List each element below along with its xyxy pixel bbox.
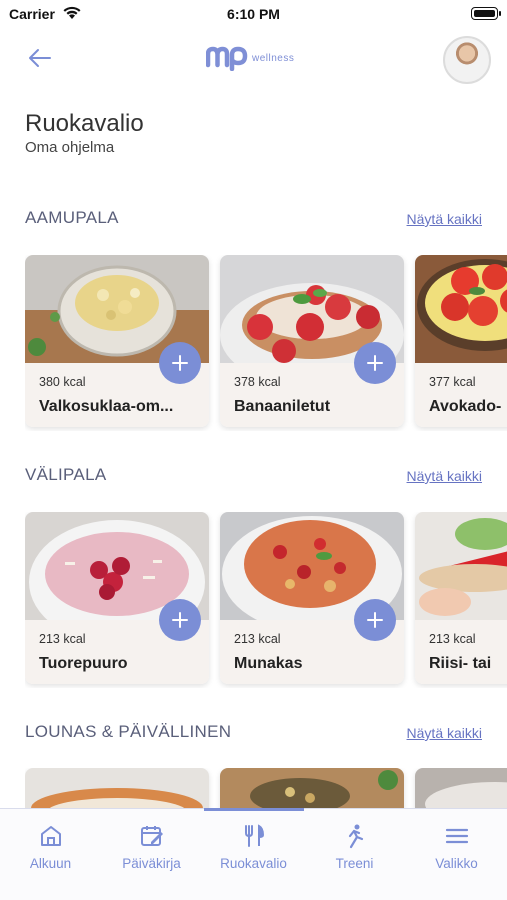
active-tab-indicator [204,808,304,811]
recipe-card[interactable] [220,768,404,808]
tab-valikko[interactable]: Valikko [406,823,507,871]
card-row-aamupala[interactable]: 380 kcal Valkosuklaa-om... 378 kcal Bana… [25,255,507,431]
tab-label: Ruokavalio [220,856,287,871]
recipe-name: Avokado- [429,398,502,415]
avatar[interactable] [443,36,491,84]
add-recipe-button[interactable] [159,342,201,384]
recipe-card[interactable]: 213 kcal Munakas [220,512,404,684]
recipe-name: Banaaniletut [234,398,331,415]
add-recipe-button[interactable] [159,599,201,641]
recipe-name: Tuorepuuro [39,655,128,672]
recipe-name: Riisi- tai [429,655,492,672]
recipe-card[interactable]: 377 kcal Avokado- [415,255,507,427]
tab-ruokavalio[interactable]: Ruokavalio [203,823,304,871]
recipe-kcal: 213 kcal [234,632,281,646]
recipe-card[interactable]: 213 kcal Tuorepuuro [25,512,209,684]
show-all-aamupala-link[interactable]: Näytä kaikki [407,211,482,227]
section-title-lounas: LOUNAS & PÄIVÄLLINEN [25,722,232,741]
calendar-edit-icon [140,826,163,846]
cutlery-icon [244,824,264,847]
section-title-valipala: VÄLIPALA [25,465,107,484]
recipe-kcal: 378 kcal [234,375,281,389]
page-title: Ruokavalio [25,110,144,137]
recipe-card[interactable] [25,768,209,808]
recipe-image [415,255,507,363]
add-recipe-button[interactable] [354,342,396,384]
recipe-image [25,768,209,808]
page-subtitle: Oma ohjelma [25,139,115,156]
recipe-kcal: 377 kcal [429,375,476,389]
recipe-card[interactable]: 380 kcal Valkosuklaa-om... [25,255,209,427]
running-icon [348,824,363,849]
tab-label: Valikko [435,856,478,871]
app-logo: wellness [206,44,294,72]
back-arrow-icon[interactable] [26,46,54,70]
card-row-lounas[interactable] [25,768,507,808]
tab-paivakirja[interactable]: Päiväkirja [101,823,202,871]
recipe-kcal: 213 kcal [429,632,476,646]
battery-icon [471,7,501,20]
bottom-tab-bar: Alkuun Päiväkirja Ruokavalio Treeni Vali… [0,808,507,900]
show-all-valipala-link[interactable]: Näytä kaikki [407,468,482,484]
recipe-kcal: 380 kcal [39,375,86,389]
status-time: 6:10 PM [227,6,280,22]
add-recipe-button[interactable] [354,599,396,641]
recipe-image [415,768,507,808]
home-icon [40,826,61,846]
plus-icon [172,355,188,371]
plus-icon [367,612,383,628]
recipe-info: 377 kcal Avokado- [415,363,507,427]
tab-label: Alkuun [29,856,72,871]
status-bar: Carrier 6:10 PM [0,0,507,30]
recipe-name: Munakas [234,655,303,672]
recipe-card[interactable]: 378 kcal Banaaniletut [220,255,404,427]
recipe-info: 213 kcal Riisi- tai [415,620,507,684]
recipe-image [415,512,507,620]
recipe-name: Valkosuklaa-om... [39,398,174,415]
tab-label: Päiväkirja [122,856,181,871]
plus-icon [367,355,383,371]
recipe-kcal: 213 kcal [39,632,86,646]
recipe-card[interactable] [415,768,507,808]
tab-label: Treeni [335,856,374,871]
tab-treeni[interactable]: Treeni [304,823,405,871]
mp-logo-icon [206,46,248,71]
section-title-aamupala: AAMUPALA [25,208,119,227]
plus-icon [172,612,188,628]
logo-text: wellness [252,52,295,64]
menu-icon [445,828,468,844]
tab-alkuun[interactable]: Alkuun [0,823,101,871]
card-row-valipala[interactable]: 213 kcal Tuorepuuro 213 kcal Munakas 213… [25,512,507,688]
recipe-image [220,768,404,808]
recipe-card[interactable]: 213 kcal Riisi- tai [415,512,507,684]
show-all-lounas-link[interactable]: Näytä kaikki [407,725,482,741]
